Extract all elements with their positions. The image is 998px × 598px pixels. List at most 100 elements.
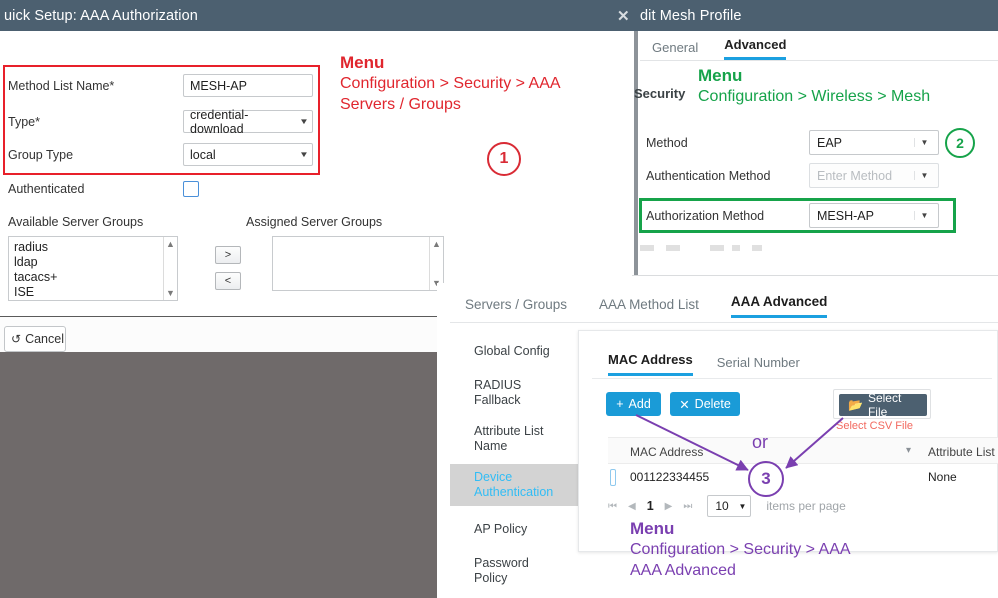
cancel-button-label: Cancel [25, 332, 64, 346]
close-icon[interactable]: ✕ [617, 9, 630, 24]
group-type-select[interactable]: local ▼ [183, 143, 313, 166]
chevron-down-icon: ▼ [299, 150, 309, 159]
list-item[interactable]: ldap [14, 255, 172, 270]
sidebar-item-ap-policy[interactable]: AP Policy [450, 516, 590, 543]
available-server-groups-list[interactable]: radius ldap tacacs+ ISE ▲ ▼ [8, 236, 178, 301]
authentication-method-placeholder: Enter Method [817, 169, 892, 183]
move-right-button[interactable]: > [215, 246, 241, 264]
add-button[interactable]: + Add [606, 392, 661, 416]
chevron-down-icon[interactable]: ▾ [906, 445, 911, 456]
mesh-profile-tabs: General Advanced [646, 33, 998, 60]
chevron-up-icon[interactable]: ▲ [432, 239, 441, 249]
prev-page-icon[interactable]: ◀ [628, 501, 636, 512]
tab-advanced[interactable]: Advanced [724, 37, 786, 60]
field-group-type: Group Type local ▼ [8, 143, 428, 166]
cancel-button[interactable]: ↺ Cancel [4, 326, 66, 352]
available-options: radius ldap tacacs+ ISE [9, 237, 177, 301]
undo-icon: ↺ [11, 332, 21, 346]
inner-tabs-divider [592, 378, 992, 379]
step-badge-1: 1 [487, 142, 521, 176]
tab-serial-number[interactable]: Serial Number [717, 355, 800, 376]
next-page-icon[interactable]: ▶ [665, 501, 673, 512]
quick-setup-titlebar: uick Setup: AAA Authorization [0, 0, 632, 31]
method-select-value: EAP [817, 136, 842, 150]
method-label: Method [646, 136, 809, 150]
sidebar-item-device-authentication[interactable]: Device Authentication [450, 464, 590, 506]
annotation-purple-line1: Configuration > Security > AAA [630, 539, 851, 560]
select-file-button[interactable]: 📂 Select File [839, 394, 927, 416]
authenticated-checkbox[interactable] [183, 181, 199, 197]
annotation-red-line2: Servers / Groups [340, 94, 561, 115]
folder-icon: 📂 [848, 398, 863, 412]
sidebar-item-label-line1: Attribute List [474, 424, 590, 439]
sidebar-item-label-line1: Device [474, 470, 590, 485]
page-size-value: 10 [715, 499, 728, 513]
aaa-advanced-sidebar: Global Config RADIUS Fallback Attribute … [450, 328, 590, 598]
chevron-up-icon[interactable]: ▲ [166, 239, 175, 249]
tab-mac-address[interactable]: MAC Address [608, 352, 693, 376]
list-item[interactable]: ISE [14, 285, 172, 300]
select-file-container: 📂 Select File [833, 389, 931, 419]
chevron-down-icon[interactable]: ▼ [166, 288, 175, 298]
method-select[interactable]: EAP ▼ [809, 130, 939, 155]
quick-setup-title: uick Setup: AAA Authorization [4, 8, 198, 24]
sidebar-item-label-line2: Policy [474, 571, 590, 586]
device-auth-inner-tabs: MAC Address Serial Number [608, 352, 800, 376]
move-left-button[interactable]: < [215, 272, 241, 290]
sidebar-item-label-line1: Password [474, 556, 590, 571]
sidebar-item-attribute-list-name[interactable]: Attribute List Name [450, 418, 590, 460]
table-row[interactable]: 001122334455 None [608, 464, 998, 491]
annotation-red-heading: Menu [340, 52, 561, 73]
authentication-method-select[interactable]: Enter Method ▼ [809, 163, 939, 188]
select-file-button-label: Select File [868, 391, 918, 419]
annotation-red-line1: Configuration > Security > AAA [340, 73, 561, 94]
tab-aaa-advanced[interactable]: AAA Advanced [731, 294, 828, 318]
chevron-down-icon: ▼ [914, 211, 934, 220]
chevron-down-icon: ▼ [738, 502, 746, 511]
aaa-tabs-divider [450, 322, 998, 323]
gray-overlay-block [0, 352, 437, 598]
last-page-icon[interactable]: ⏭ [683, 501, 692, 512]
sidebar-item-label-line2: Fallback [474, 393, 590, 408]
mesh-profile-bottom-edge [632, 275, 998, 276]
assigned-options [273, 237, 443, 243]
close-icon: ✕ [679, 397, 689, 412]
sidebar-item-label-line1: RADIUS [474, 378, 590, 393]
tab-general[interactable]: General [652, 40, 698, 60]
sidebar-item-radius-fallback[interactable]: RADIUS Fallback [450, 372, 590, 414]
security-section-title: Security [634, 86, 685, 101]
field-authorization-method: Authorization Method MESH-AP ▼ [646, 203, 976, 228]
group-type-select-value: local [190, 148, 216, 162]
sidebar-item-password-policy[interactable]: Password Policy [450, 550, 590, 592]
page-size-select[interactable]: 10 ▼ [707, 495, 751, 517]
mesh-profile-left-edge [634, 31, 638, 275]
step-badge-2: 2 [945, 128, 975, 158]
field-authentication-method: Authentication Method Enter Method ▼ [646, 163, 976, 188]
authenticated-label: Authenticated [8, 182, 183, 196]
annotation-purple-heading: Menu [630, 518, 851, 539]
tab-servers-groups[interactable]: Servers / Groups [465, 297, 567, 318]
first-page-icon[interactable]: ⏮ [608, 501, 617, 512]
aaa-advanced-tabs: Servers / Groups AAA Method List AAA Adv… [465, 294, 827, 318]
mesh-profile-title: dit Mesh Profile [640, 8, 742, 24]
sidebar-item-global-config[interactable]: Global Config [450, 338, 590, 365]
type-label: Type* [8, 115, 183, 129]
authorization-method-select[interactable]: MESH-AP ▼ [809, 203, 939, 228]
delete-button[interactable]: ✕ Delete [670, 392, 740, 416]
scrollbar[interactable]: ▲ ▼ [163, 237, 177, 300]
column-header-attribute-list[interactable]: Attribute List [928, 445, 995, 459]
list-item[interactable]: tacacs+ [14, 270, 172, 285]
plus-icon: + [616, 397, 623, 411]
cell-mac-address: 001122334455 [630, 470, 709, 484]
mesh-tabs-divider [640, 60, 998, 61]
assigned-server-groups-label: Assigned Server Groups [246, 215, 382, 229]
assigned-server-groups-list[interactable]: ▲ ▼ [272, 236, 444, 291]
column-header-mac-address[interactable]: MAC Address [630, 445, 703, 459]
type-select[interactable]: credential-download ▼ [183, 110, 313, 133]
method-list-name-input[interactable]: MESH-AP [183, 74, 313, 97]
chevron-down-icon: ▼ [914, 138, 934, 147]
current-page[interactable]: 1 [647, 499, 654, 513]
row-selector[interactable] [610, 469, 616, 486]
list-item[interactable]: radius [14, 240, 172, 255]
tab-aaa-method-list[interactable]: AAA Method List [599, 297, 699, 318]
